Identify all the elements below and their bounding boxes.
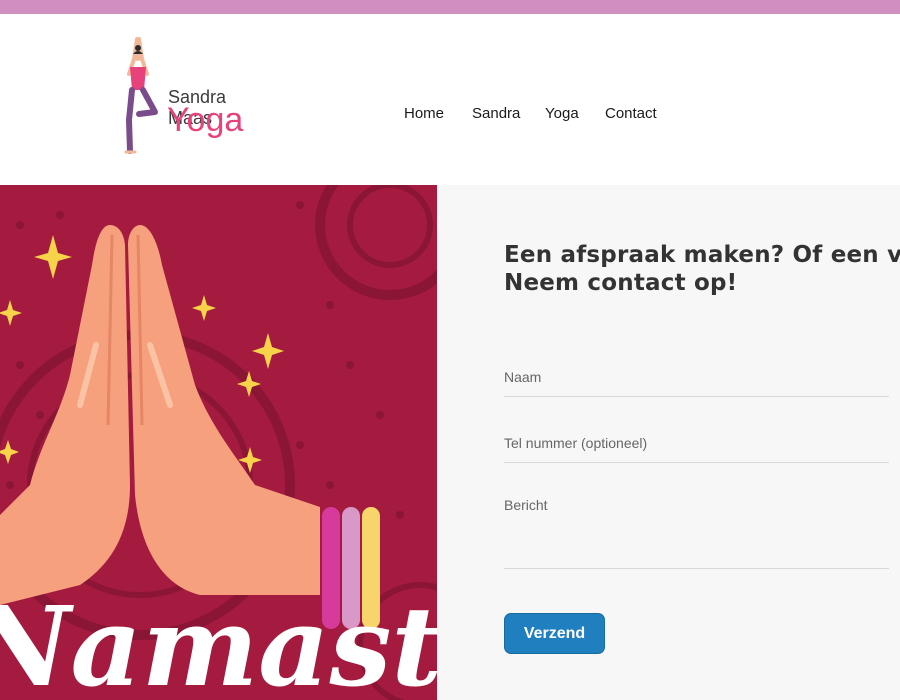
namaste-hands-illustration: Namaste	[0, 185, 437, 700]
phone-input[interactable]	[504, 431, 889, 455]
contact-panel: Een afspraak maken? Of een vraag? Neem c…	[437, 185, 900, 700]
message-field	[504, 497, 889, 569]
top-accent-bar	[0, 0, 900, 14]
message-textarea[interactable]	[504, 497, 889, 557]
contact-heading-line2: Neem contact op!	[504, 270, 738, 296]
contact-heading-line1: Een afspraak maken? Of een vraag?	[504, 242, 900, 268]
nav-link-contact[interactable]: Contact	[605, 105, 657, 122]
namaste-hero-image: Namaste	[0, 185, 437, 700]
submit-button[interactable]: Verzend	[504, 613, 605, 654]
nav-link-sandra[interactable]: Sandra	[472, 105, 520, 122]
logo-yoga-text: Yoga	[167, 101, 244, 139]
name-input[interactable]	[504, 365, 889, 389]
nav-link-yoga[interactable]: Yoga	[545, 105, 579, 122]
yoga-figure-logo-icon	[124, 37, 158, 154]
namaste-lettering: Namaste	[0, 582, 437, 700]
site-logo-link[interactable]: Sandra Maas Yoga	[115, 34, 275, 162]
site-header: Sandra Maas Yoga Home Sandra Yoga Contac…	[0, 14, 900, 185]
contact-heading: Een afspraak maken? Of een vraag? Neem c…	[504, 241, 900, 297]
nav-link-home[interactable]: Home	[404, 105, 444, 122]
phone-field	[504, 431, 889, 463]
name-field	[504, 365, 889, 397]
